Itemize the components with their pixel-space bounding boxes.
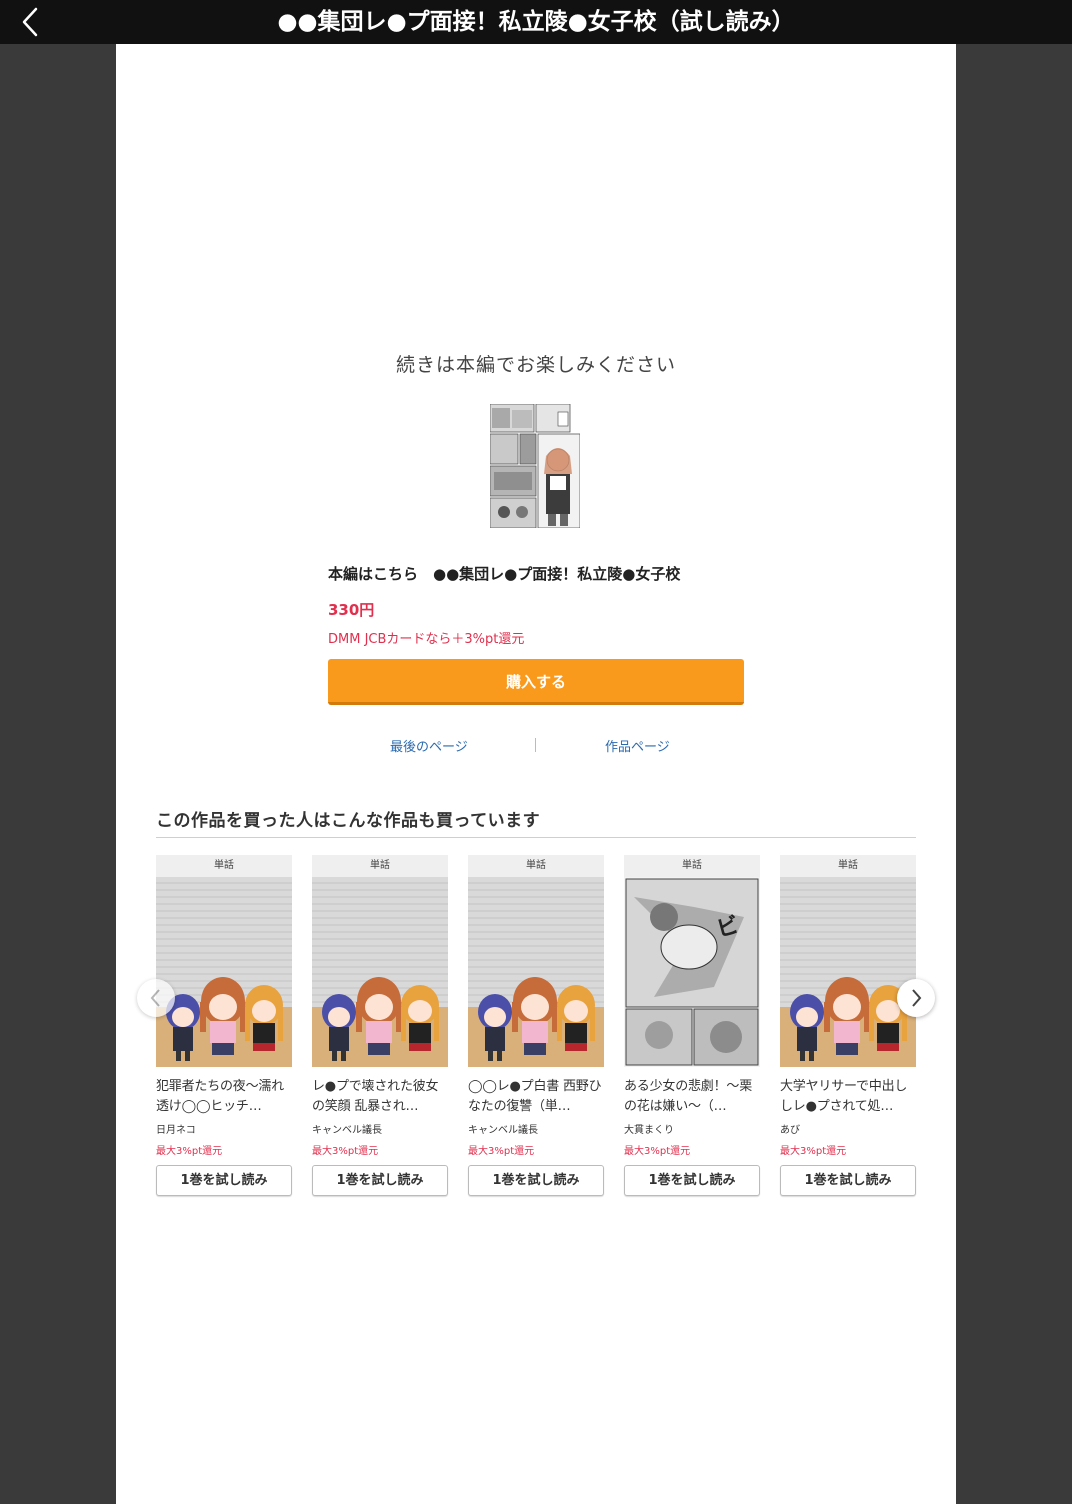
last-page-link[interactable]: 最後のページ: [390, 736, 468, 755]
recommendation-title[interactable]: ◯◯レ●プ白書 西野ひなたの復讐（単…: [468, 1077, 604, 1117]
type-badge: 単話: [468, 855, 604, 877]
recommendation-card[interactable]: 単話 ◯◯レ●プ白書 西野ひなたの復讐（単… キャンベル議長 最大3%pt還元 …: [468, 855, 604, 1200]
main-work-cover[interactable]: [489, 403, 581, 529]
main-work-link[interactable]: 本編はこちら ●●集団レ●プ面接！私立陵●女子校: [328, 563, 680, 584]
recommendations-divider: [156, 837, 916, 838]
trial-read-button[interactable]: 1巻を試し読み: [624, 1165, 760, 1196]
page-title: ●●集団レ●プ面接！私立陵●女子校（試し読み）: [277, 9, 795, 35]
link-divider: [535, 738, 536, 752]
cover-image: [780, 877, 916, 1067]
points-note: 最大3%pt還元: [312, 1146, 379, 1157]
recommendation-card[interactable]: 単話 大学ヤリサーで中出ししレ●プされて処… あび 最大3%pt還元 1巻を試し…: [780, 855, 916, 1200]
cover-image: ビ: [624, 877, 760, 1067]
recommendation-card[interactable]: 単話 ビ ある少女の悲劇！〜栗の花は嫌い〜（… 大貫まくり 最大3%pt還元 1…: [624, 855, 760, 1200]
recommendation-thumbnail[interactable]: 単話: [780, 855, 916, 1067]
recommendation-card[interactable]: 単話 レ●プで壊された彼女の笑顔 乱暴され… キャンベル議長 最大3%pt還元 …: [312, 855, 448, 1200]
points-note: 最大3%pt還元: [156, 1146, 223, 1157]
manga-cover-image: [489, 403, 581, 529]
recommendation-title[interactable]: 大学ヤリサーで中出ししレ●プされて処…: [780, 1077, 916, 1117]
trial-read-button[interactable]: 1巻を試し読み: [780, 1165, 916, 1196]
recommendation-title[interactable]: 犯罪者たちの夜〜濡れ透け◯◯ヒッチ…: [156, 1077, 292, 1117]
trial-read-button[interactable]: 1巻を試し読み: [156, 1165, 292, 1196]
type-badge: 単話: [156, 855, 292, 877]
recommendation-title[interactable]: レ●プで壊された彼女の笑顔 乱暴され…: [312, 1077, 448, 1117]
buy-button[interactable]: 購入する: [328, 659, 744, 705]
type-badge: 単話: [780, 855, 916, 877]
cover-image: [312, 877, 448, 1067]
recommendation-author[interactable]: キャンベル議長: [468, 1121, 538, 1136]
chevron-right-icon: [912, 989, 922, 1007]
continue-message: 続きは本編でお楽しみください: [395, 354, 676, 376]
cover-image: [468, 877, 604, 1067]
recommendation-author[interactable]: 日月ネコ: [156, 1121, 196, 1136]
recommendation-thumbnail[interactable]: 単話 ビ: [624, 855, 760, 1067]
chevron-left-icon: [22, 7, 38, 37]
points-note: 最大3%pt還元: [468, 1146, 535, 1157]
recommendation-card[interactable]: 単話 犯罪者たちの夜〜濡れ透け◯◯ヒッチ… 日月ネコ 最大3%pt還元 1巻を試…: [156, 855, 292, 1200]
top-bar: ●●集団レ●プ面接！私立陵●女子校（試し読み）: [0, 0, 1072, 44]
type-badge: 単話: [312, 855, 448, 877]
chevron-left-icon: [150, 989, 160, 1007]
points-note: 最大3%pt還元: [780, 1146, 847, 1157]
reader-end-page: 続きは本編でお楽しみください 本編はこちら ●●集団レ●プ面接！私立陵●女子校: [116, 44, 956, 1504]
type-badge: 単話: [624, 855, 760, 877]
price: 330円: [328, 601, 375, 619]
end-links: 最後のページ 作品ページ: [328, 736, 744, 760]
recommendation-author[interactable]: あび: [780, 1121, 800, 1136]
recommendation-thumbnail[interactable]: 単話: [312, 855, 448, 1067]
recommendation-thumbnail[interactable]: 単話: [468, 855, 604, 1067]
recommendation-author[interactable]: 大貫まくり: [624, 1121, 674, 1136]
trial-read-button[interactable]: 1巻を試し読み: [468, 1165, 604, 1196]
carousel-prev-button[interactable]: [137, 979, 175, 1017]
recommendation-thumbnail[interactable]: 単話: [156, 855, 292, 1067]
points-note: 最大3%pt還元: [624, 1146, 691, 1157]
carousel-next-button[interactable]: [897, 979, 935, 1017]
cashback-note: DMM JCBカードなら＋3%pt還元: [328, 632, 525, 647]
recommendations-title: この作品を買った人はこんな作品も買っています: [156, 811, 541, 831]
work-page-link[interactable]: 作品ページ: [605, 736, 670, 755]
recommendation-title[interactable]: ある少女の悲劇！〜栗の花は嫌い〜（…: [624, 1077, 760, 1117]
back-button[interactable]: [10, 4, 50, 40]
trial-read-button[interactable]: 1巻を試し読み: [312, 1165, 448, 1196]
cover-image: [156, 877, 292, 1067]
recommendation-author[interactable]: キャンベル議長: [312, 1121, 382, 1136]
